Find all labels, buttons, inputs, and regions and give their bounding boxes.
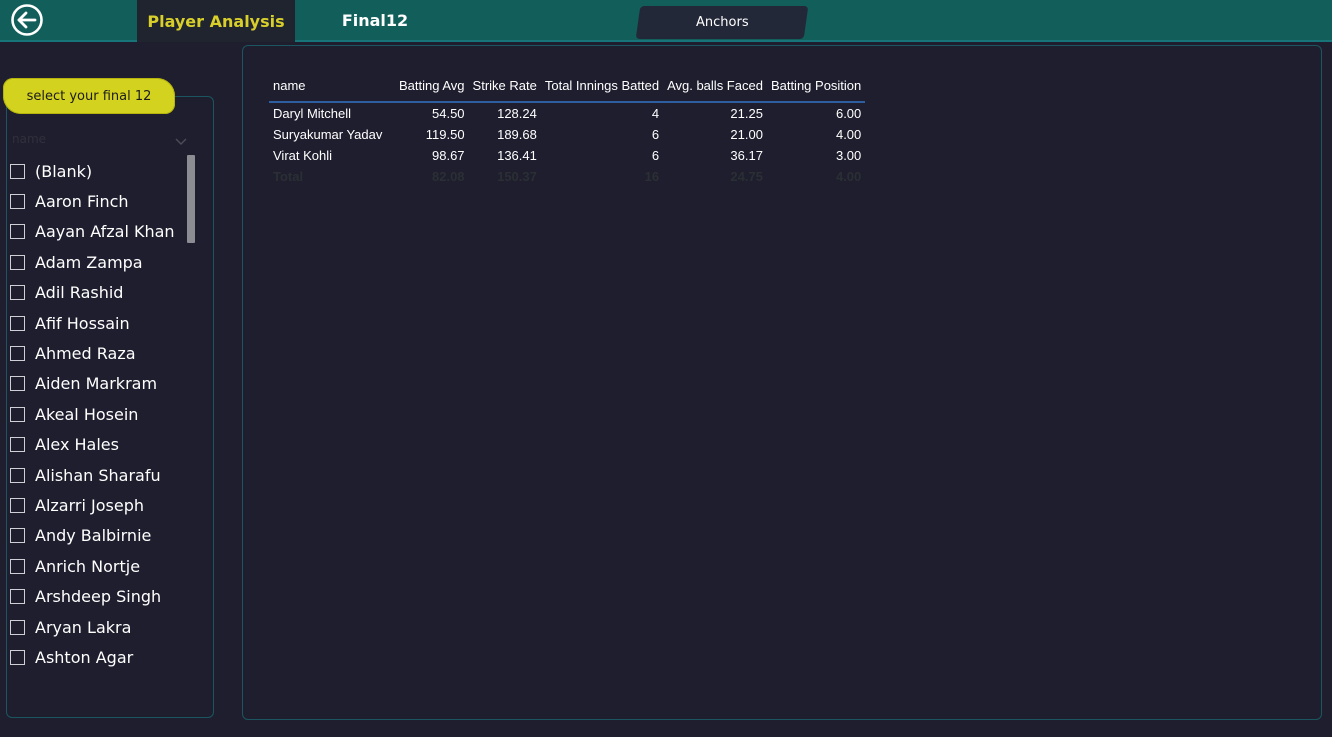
checkbox[interactable] bbox=[10, 254, 25, 270]
table-cell: 21.00 bbox=[730, 127, 763, 142]
table-cell: 119.50 bbox=[425, 127, 465, 142]
anchors-button[interactable]: Anchors bbox=[635, 6, 809, 39]
slicer-item-label: Adil Rashid bbox=[35, 283, 124, 303]
column-header-avg-balls-faced[interactable]: Avg. balls Faced bbox=[663, 74, 767, 103]
table-cell: Virat Kohli bbox=[273, 148, 333, 163]
table-cell: 6 bbox=[651, 127, 660, 142]
slicer-header: name bbox=[12, 132, 47, 146]
tab-final12[interactable]: Final12 bbox=[330, 0, 420, 40]
table-total-row: Total 82.08 150.37 16 24.75 4.00 bbox=[269, 166, 865, 187]
slicer-item-label: Aaron Finch bbox=[35, 192, 129, 212]
checkbox[interactable] bbox=[10, 589, 25, 605]
column-header-batting-position[interactable]: Batting Position bbox=[766, 74, 866, 103]
anchors-button-label: Anchors bbox=[695, 15, 749, 30]
slicer-item-label: Adam Zampa bbox=[35, 252, 143, 272]
checkbox[interactable] bbox=[10, 528, 25, 544]
table-cell: 21.25 bbox=[730, 106, 763, 121]
slicer-item[interactable]: (Blank) bbox=[10, 156, 186, 186]
table-cell: Suryakumar Yadav bbox=[273, 127, 383, 142]
table-cell: Daryl Mitchell bbox=[273, 106, 352, 121]
total-label: Total bbox=[273, 169, 304, 184]
checkbox[interactable] bbox=[10, 315, 25, 331]
chevron-down-icon[interactable] bbox=[174, 134, 188, 148]
slicer-item-label: Akeal Hosein bbox=[35, 404, 139, 424]
table-cell: 4.00 bbox=[835, 127, 862, 142]
table-cell: 6.00 bbox=[835, 106, 862, 121]
table-cell: 3.00 bbox=[835, 148, 862, 163]
table-header-row: name Batting Avg Strike Rate Total Innin… bbox=[269, 74, 866, 103]
table-cell: 128.24 bbox=[497, 106, 537, 121]
slicer-item-label: Aiden Markram bbox=[35, 374, 158, 394]
table-row[interactable]: Virat Kohli 98.67 136.41 6 36.17 3.00 bbox=[269, 145, 865, 166]
checkbox[interactable] bbox=[10, 224, 25, 240]
slicer-item-label: Afif Hossain bbox=[35, 313, 130, 333]
slicer-item[interactable]: Ahmed Raza bbox=[10, 338, 186, 368]
checkbox[interactable] bbox=[10, 376, 25, 392]
checkbox[interactable] bbox=[10, 437, 25, 453]
tab-player-analysis[interactable]: Player Analysis bbox=[137, 0, 295, 42]
slicer-item[interactable]: Aiden Markram bbox=[10, 369, 186, 399]
slicer-item-label: Andy Balbirnie bbox=[35, 526, 152, 546]
slicer-item[interactable]: Alzarri Joseph bbox=[10, 490, 186, 520]
checkbox[interactable] bbox=[10, 619, 25, 635]
checkbox[interactable] bbox=[10, 163, 25, 179]
checkbox[interactable] bbox=[10, 346, 25, 362]
slicer-item-label: Alzarri Joseph bbox=[35, 495, 144, 515]
column-header-strike-rate[interactable]: Strike Rate bbox=[468, 74, 541, 103]
top-navigation-bar: Player Analysis Final12 Anchors bbox=[0, 0, 1332, 42]
table-cell: 6 bbox=[651, 148, 660, 163]
table-cell: 4 bbox=[651, 106, 660, 121]
slicer-item[interactable]: Aryan Lakra bbox=[10, 612, 186, 642]
slicer-item[interactable]: Ashton Agar bbox=[10, 642, 186, 672]
slicer-item-label: Aayan Afzal Khan bbox=[35, 222, 175, 242]
checkbox[interactable] bbox=[10, 194, 25, 210]
slicer-item-label: Alishan Sharafu bbox=[35, 465, 161, 485]
slicer-item-label: Anrich Nortje bbox=[35, 556, 141, 576]
table-cell: 36.17 bbox=[730, 148, 763, 163]
checkbox[interactable] bbox=[10, 467, 25, 483]
select-final-12-button[interactable]: select your final 12 bbox=[3, 78, 175, 114]
slicer-item[interactable]: Alex Hales bbox=[10, 430, 186, 460]
table-cell: 98.67 bbox=[432, 148, 465, 163]
table-row[interactable]: Suryakumar Yadav 119.50 189.68 6 21.00 4… bbox=[269, 124, 865, 145]
column-header-batting-avg[interactable]: Batting Avg bbox=[395, 74, 469, 103]
total-cell: 24.75 bbox=[730, 169, 763, 184]
total-cell: 82.08 bbox=[432, 169, 465, 184]
slicer-item[interactable]: Adam Zampa bbox=[10, 247, 186, 277]
slicer-item-label: Aryan Lakra bbox=[35, 617, 132, 637]
total-cell: 16 bbox=[644, 169, 660, 184]
slicer-item[interactable]: Adil Rashid bbox=[10, 278, 186, 308]
column-header-name[interactable]: name bbox=[269, 74, 395, 103]
slicer-item[interactable]: Alishan Sharafu bbox=[10, 460, 186, 490]
slicer-item-label: Alex Hales bbox=[35, 435, 119, 455]
column-header-total-innings-batted[interactable]: Total Innings Batted bbox=[540, 74, 664, 103]
checkbox[interactable] bbox=[10, 558, 25, 574]
total-cell: 150.37 bbox=[497, 169, 537, 184]
total-cell: 4.00 bbox=[835, 169, 862, 184]
slicer-item[interactable]: Aayan Afzal Khan bbox=[10, 217, 186, 247]
back-arrow-icon[interactable] bbox=[10, 3, 44, 37]
checkbox[interactable] bbox=[10, 497, 25, 513]
slicer-item[interactable]: Anrich Nortje bbox=[10, 551, 186, 581]
slicer-item[interactable]: Arshdeep Singh bbox=[10, 581, 186, 611]
slicer-item[interactable]: Aaron Finch bbox=[10, 186, 186, 216]
table-row[interactable]: Daryl Mitchell 54.50 128.24 4 21.25 6.00 bbox=[269, 102, 865, 124]
checkbox[interactable] bbox=[10, 406, 25, 422]
slicer-item-label: Arshdeep Singh bbox=[35, 587, 162, 607]
table-cell: 136.41 bbox=[497, 148, 537, 163]
slicer-item-label: Ahmed Raza bbox=[35, 344, 136, 364]
slicer-item[interactable]: Andy Balbirnie bbox=[10, 521, 186, 551]
slicer-list: (Blank) Aaron Finch Aayan Afzal Khan Ada… bbox=[10, 156, 186, 673]
checkbox[interactable] bbox=[10, 285, 25, 301]
slicer-item-label: (Blank) bbox=[35, 161, 93, 181]
player-stats-table: name Batting Avg Strike Rate Total Innin… bbox=[269, 74, 866, 187]
table-cell: 54.50 bbox=[432, 106, 465, 121]
slicer-item-label: Ashton Agar bbox=[35, 647, 134, 667]
slicer-item[interactable]: Akeal Hosein bbox=[10, 399, 186, 429]
checkbox[interactable] bbox=[10, 649, 25, 665]
slicer-item[interactable]: Afif Hossain bbox=[10, 308, 186, 338]
slicer-scrollbar[interactable] bbox=[187, 155, 195, 243]
table-cell: 189.68 bbox=[497, 127, 537, 142]
